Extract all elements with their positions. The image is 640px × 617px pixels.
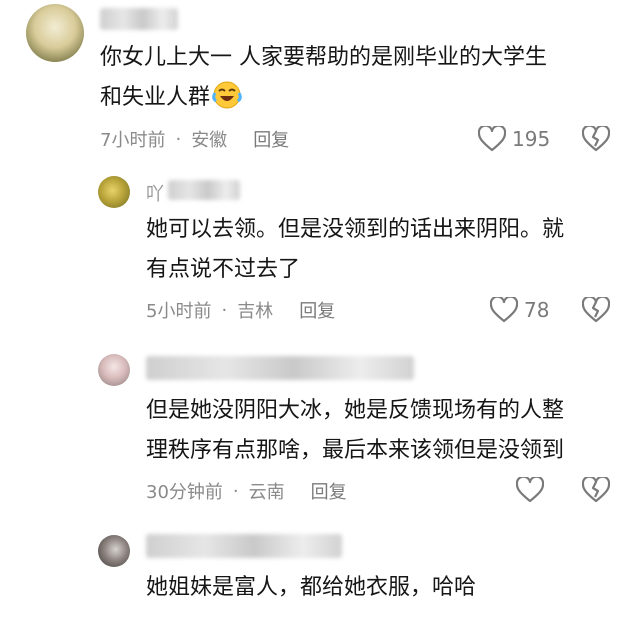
broken-heart-icon[interactable]: [582, 126, 610, 152]
reply-2-time: 30分钟前: [146, 482, 223, 503]
laughing-crying-emoji-icon: [212, 80, 242, 124]
reply-1-time: 5小时前: [146, 301, 212, 322]
reply-2-line-2: 理秩序有点那啥，最后本来该领但是没领到: [146, 438, 565, 463]
reply-1-text: 她可以去领。但是没领到的话出来阴阳。就 有点说不过去了: [146, 210, 616, 290]
reply-1-like-count: 78: [524, 298, 550, 322]
comment-line-1: 你女儿上大一 人家要帮助的是刚毕业的大学生: [100, 45, 547, 70]
comment-reply-button[interactable]: 回复: [253, 126, 289, 152]
reply-2-text: 但是她没阴阳大冰，她是反馈现场有的人整 理秩序有点那啥，最后本来该领但是没领到: [146, 391, 626, 471]
reply-2-location: 云南: [248, 482, 285, 503]
reply-3-author-blurred[interactable]: [146, 534, 342, 558]
reply-1-location: 吉林: [237, 301, 274, 322]
reply-2-meta: 30分钟前 · 云南 回复: [146, 478, 347, 504]
meta-separator: ·: [175, 128, 182, 150]
reply-1-line-2: 有点说不过去了: [146, 257, 301, 282]
reply-1-line-1: 她可以去领。但是没领到的话出来阴阳。就: [146, 217, 565, 242]
comment-location: 安徽: [191, 130, 228, 151]
reply-3-line-1: 她姐妹是富人，都给她衣服，哈哈: [146, 575, 477, 600]
comment-line-2: 和失业人群: [100, 85, 211, 110]
broken-heart-icon[interactable]: [582, 477, 610, 503]
broken-heart-icon[interactable]: [582, 297, 610, 323]
comment-text: 你女儿上大一 人家要帮助的是刚毕业的大学生 和失业人群: [100, 38, 620, 124]
reply-3-avatar[interactable]: [98, 535, 130, 567]
reply-1-author[interactable]: 吖: [146, 180, 164, 206]
reply-2-line-1: 但是她没阴阳大冰，她是反馈现场有的人整: [146, 398, 565, 423]
reply-1-meta: 5小时前 · 吉林 回复: [146, 297, 335, 323]
reply-1-avatar[interactable]: [98, 176, 130, 208]
reply-1-author-blurred: [168, 180, 240, 200]
commenter-avatar[interactable]: [26, 4, 84, 62]
heart-outline-icon[interactable]: [478, 126, 506, 152]
meta-separator: ·: [221, 299, 228, 321]
commenter-name-blurred[interactable]: [100, 8, 178, 30]
heart-outline-icon[interactable]: [490, 297, 518, 323]
comment-like-count: 195: [512, 127, 551, 151]
reply-1-reply-button[interactable]: 回复: [299, 297, 335, 323]
comment-meta: 7小时前 · 安徽 回复: [100, 126, 289, 152]
meta-separator: ·: [232, 480, 239, 502]
reply-2-reply-button[interactable]: 回复: [311, 478, 347, 504]
reply-3-text: 她姐妹是富人，都给她衣服，哈哈: [146, 568, 616, 608]
comment-time: 7小时前: [100, 130, 166, 151]
heart-outline-icon[interactable]: [516, 477, 544, 503]
reply-2-author-blurred[interactable]: [146, 356, 414, 380]
reply-2-avatar[interactable]: [98, 354, 130, 386]
